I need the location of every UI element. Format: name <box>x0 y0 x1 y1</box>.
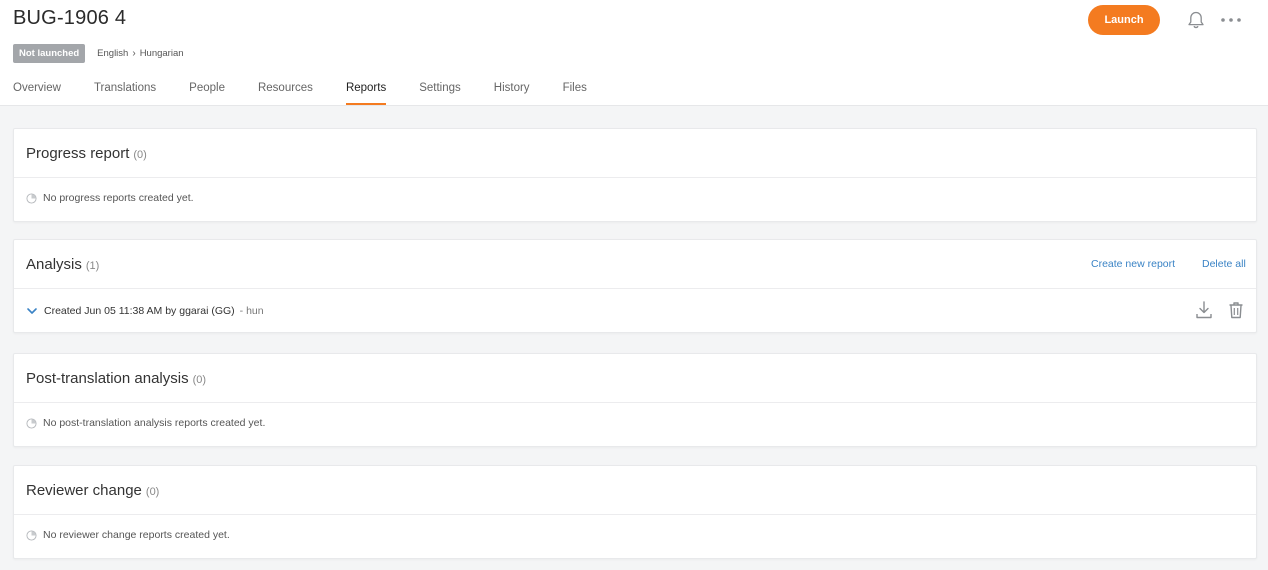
card-body: No post-translation analysis reports cre… <box>14 403 1256 446</box>
report-language: - hun <box>239 305 264 317</box>
report-created-text: Created Jun 05 11:38 AM by ggarai (GG) <box>44 305 235 317</box>
card-count: (0) <box>133 149 147 161</box>
card-title: Reviewer change (0) <box>26 482 159 499</box>
card-header: Analysis (1) Create new report Delete all <box>14 240 1256 289</box>
empty-message: No progress reports created yet. <box>26 192 194 204</box>
card-count: (1) <box>85 260 100 272</box>
card-header: Progress report (0) <box>14 129 1256 178</box>
report-icon <box>26 192 37 204</box>
tab-translations[interactable]: Translations <box>94 81 156 106</box>
card-title-text: Reviewer change <box>26 482 142 499</box>
more-dots-icon[interactable] <box>1219 10 1243 30</box>
page-title: BUG-1906 4 <box>13 7 127 29</box>
empty-message: No reviewer change reports created yet. <box>26 529 230 541</box>
progress-report-card: Progress report (0) No progress reports c… <box>13 128 1257 222</box>
card-count: (0) <box>192 374 207 386</box>
chevron-right-icon: › <box>132 48 136 59</box>
report-row-summary[interactable]: Created Jun 05 11:38 AM by ggarai (GG) -… <box>26 305 264 317</box>
tab-people[interactable]: People <box>189 81 225 106</box>
tab-settings[interactable]: Settings <box>419 81 461 106</box>
card-title: Progress report (0) <box>26 145 147 162</box>
report-icon <box>26 417 37 429</box>
launch-button[interactable]: Launch <box>1088 5 1160 35</box>
analysis-report-row: Created Jun 05 11:38 AM by ggarai (GG) -… <box>14 289 1256 332</box>
card-title: Post-translation analysis (0) <box>26 370 206 387</box>
empty-text: No reviewer change reports created yet. <box>43 529 230 541</box>
project-meta: Not launched English › Hungarian <box>13 44 184 63</box>
tab-history[interactable]: History <box>494 81 530 106</box>
download-icon[interactable] <box>1194 299 1214 321</box>
tab-overview[interactable]: Overview <box>13 81 61 106</box>
bell-icon[interactable] <box>1186 10 1206 30</box>
page-header: BUG-1906 4 Not launched English › Hungar… <box>0 0 1268 106</box>
tab-files[interactable]: Files <box>563 81 587 106</box>
delete-all-link[interactable]: Delete all <box>1202 258 1246 270</box>
tab-reports[interactable]: Reports <box>345 81 387 106</box>
card-title-text: Analysis <box>26 256 82 273</box>
empty-text: No progress reports created yet. <box>43 192 194 204</box>
trash-icon[interactable] <box>1226 299 1246 321</box>
card-count: (0) <box>145 486 160 498</box>
card-title-text: Post-translation analysis <box>26 370 189 387</box>
empty-text: No post-translation analysis reports cre… <box>43 417 266 429</box>
report-icon <box>26 529 37 541</box>
tab-bar: Overview Translations People Resources R… <box>13 81 620 106</box>
card-header: Post-translation analysis (0) <box>14 354 1256 403</box>
target-language: Hungarian <box>139 48 184 59</box>
create-new-report-link[interactable]: Create new report <box>1091 258 1175 270</box>
analysis-card: Analysis (1) Create new report Delete all… <box>13 239 1257 333</box>
card-title-text: Progress report <box>26 145 130 162</box>
reviewer-change-card: Reviewer change (0) No reviewer change re… <box>13 465 1257 559</box>
source-language: English <box>97 48 129 59</box>
card-title: Analysis (1) <box>26 256 99 273</box>
empty-message: No post-translation analysis reports cre… <box>26 417 265 429</box>
tab-resources[interactable]: Resources <box>258 81 313 106</box>
card-header: Reviewer change (0) <box>14 466 1256 515</box>
language-pair: English › Hungarian <box>97 48 183 59</box>
chevron-down-icon[interactable] <box>26 306 38 316</box>
post-translation-analysis-card: Post-translation analysis (0) No post-tra… <box>13 353 1257 447</box>
status-badge: Not launched <box>13 44 86 63</box>
row-actions <box>1182 299 1246 321</box>
card-body: No reviewer change reports created yet. <box>14 515 1256 558</box>
card-body: No progress reports created yet. <box>14 178 1256 221</box>
